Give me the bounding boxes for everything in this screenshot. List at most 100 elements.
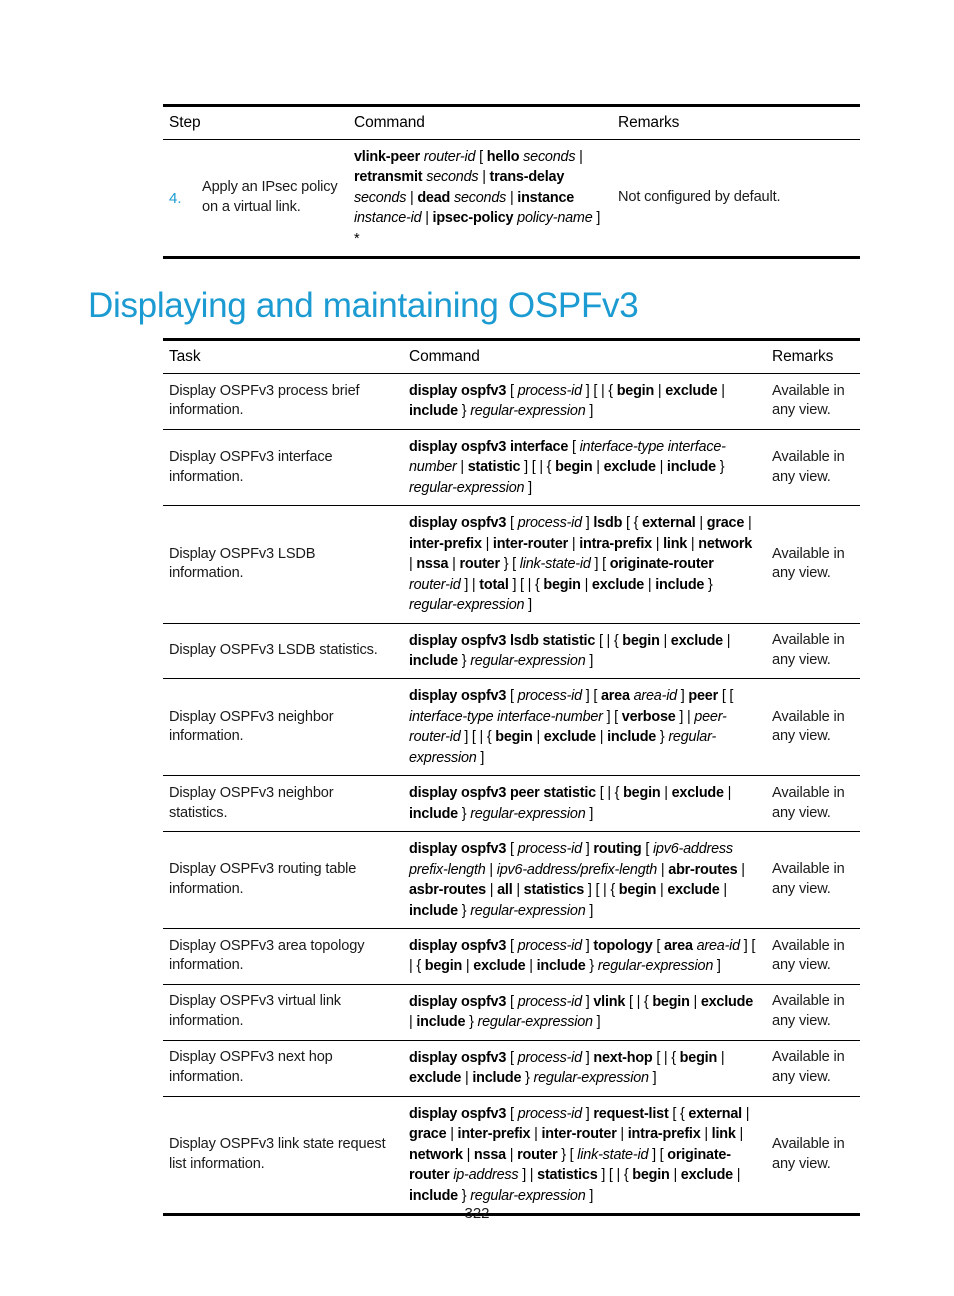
table-row: 4. Apply an IPsec policy on a virtual lin… — [163, 140, 860, 258]
command-segment: process-id — [517, 383, 583, 399]
command-segment: seconds — [523, 149, 576, 165]
command-segment: display ospfv3 — [409, 688, 507, 705]
command-segment: ] — [524, 597, 532, 614]
command-segment: [ — [506, 515, 518, 532]
command-segment: network — [409, 1146, 463, 1163]
command-segment: | — [651, 535, 664, 552]
command-segment: | — [461, 1070, 473, 1087]
configuration-step-table: Step Command Remarks 4. Apply an IPsec po… — [163, 104, 860, 259]
command-segment: ] — [581, 1105, 594, 1122]
table-row: Display OSPFv3 area topology information… — [163, 928, 860, 985]
command-segment: ] [ | { — [581, 383, 617, 399]
command-segment: link-state-id — [577, 1146, 649, 1163]
command-segment: intra-prefix — [579, 535, 652, 552]
command-segment: grace — [706, 515, 745, 532]
command-segment: exclude — [603, 459, 656, 476]
command-segment: include — [666, 459, 716, 476]
command-segment: peer — [688, 688, 719, 705]
command-segment: trans-delay — [489, 169, 565, 186]
command-segment: statistics — [523, 882, 585, 899]
page-title: Displaying and maintaining OSPFv3 — [88, 286, 639, 326]
task-description: Display OSPFv3 interface information. — [169, 448, 333, 485]
command-segment: [ — [506, 1049, 518, 1066]
command-segment: ] [ — [602, 708, 622, 725]
command-segment: | — [669, 1167, 681, 1184]
command-segment: [ — [506, 1105, 518, 1122]
command-segment: include — [416, 1014, 466, 1031]
command-syntax: display ospfv3 [ process-id ] routing [ … — [403, 832, 766, 929]
command-segment: | — [406, 189, 418, 206]
command-segment: begin — [495, 729, 533, 746]
command-segment: begin — [679, 1049, 718, 1066]
command-segment: total — [479, 576, 509, 593]
command-segment: | — [485, 882, 498, 899]
command-segment: regular-expression — [477, 1014, 594, 1031]
command-segment: | — [505, 1146, 518, 1163]
command-segment: [ — [506, 937, 518, 954]
command-segment: display ospfv3 — [409, 383, 507, 399]
remarks-text: Available in any view. — [772, 993, 845, 1030]
command-segment: nssa — [416, 556, 449, 573]
command-segment: process-id — [517, 688, 583, 705]
command-segment: [ — [506, 993, 518, 1010]
command-segment: ] — [585, 902, 594, 919]
command-segment: network — [698, 535, 753, 552]
command-segment: statistic — [467, 459, 521, 476]
command-segment: | — [580, 576, 592, 593]
command-segment: | — [657, 861, 669, 878]
command-segment: [ { — [668, 1105, 689, 1122]
command-segment: | — [687, 535, 699, 552]
command-segment: | — [456, 459, 468, 476]
command-segment: include — [409, 652, 458, 669]
command-segment: ] — [648, 1070, 657, 1087]
command-segment: ] [ — [648, 1146, 668, 1163]
command-segment: regular-expression — [533, 1070, 650, 1087]
command-segment: | — [732, 1167, 741, 1184]
command-segment: [ — [475, 149, 487, 165]
remarks-text: Available in any view. — [772, 784, 845, 821]
command-segment: regular-expression — [470, 805, 586, 822]
command-segment: } — [457, 403, 471, 420]
command-segment: | — [485, 861, 497, 878]
command-segment: ] [ — [581, 688, 601, 705]
command-segment: router — [517, 1146, 558, 1163]
remarks-text: Available in any view. — [772, 382, 845, 419]
command-segment: [ — [568, 438, 580, 455]
command-segment: | — [616, 1126, 628, 1143]
command-syntax: display ospfv3 lsdb statistic [ | { begi… — [403, 623, 766, 679]
command-segment: process-id — [517, 515, 583, 532]
command-segment: [ — [652, 937, 664, 954]
command-segment: [ | { — [652, 1049, 680, 1066]
command-segment: [ [ — [718, 688, 734, 705]
command-segment: area-id — [696, 937, 741, 954]
command-segment: | — [462, 958, 474, 975]
command-segment: display ospfv3 — [409, 515, 507, 532]
command-segment: regular-expression — [470, 652, 586, 669]
table-row: Display OSPFv3 virtual link information.… — [163, 984, 860, 1041]
command-segment: include — [607, 729, 657, 746]
table-row: Display OSPFv3 interface information. dis… — [163, 429, 860, 506]
command-segment: display ospfv3 interface — [409, 438, 569, 455]
command-segment: include — [536, 958, 586, 975]
command-segment: process-id — [517, 841, 583, 858]
command-segment: [ — [506, 841, 518, 858]
table-row: Display OSPFv3 neighbor statistics. displ… — [163, 776, 860, 832]
command-segment: ipv6-address/prefix-length — [496, 861, 658, 878]
command-segment: | — [717, 383, 725, 399]
command-segment: vlink-peer — [354, 149, 424, 165]
command-segment: | — [655, 459, 667, 476]
command-segment: exclude — [409, 1070, 462, 1087]
command-segment: exclude — [671, 785, 724, 802]
table-header-row: Task Command Remarks — [163, 339, 860, 374]
command-segment: interface-type interface-number — [409, 708, 603, 725]
command-segment: exclude — [700, 993, 754, 1010]
command-segment: | — [592, 459, 604, 476]
command-segment: | — [659, 632, 671, 649]
table-body: Display OSPFv3 process brief information… — [163, 374, 860, 1215]
command-segment: exclude — [473, 958, 526, 975]
command-segment: [ | { — [595, 785, 624, 802]
command-segment: [ { — [622, 515, 642, 532]
command-segment: | — [506, 189, 518, 206]
command-segment: } — [715, 459, 725, 476]
remarks-text: Available in any view. — [772, 632, 845, 668]
